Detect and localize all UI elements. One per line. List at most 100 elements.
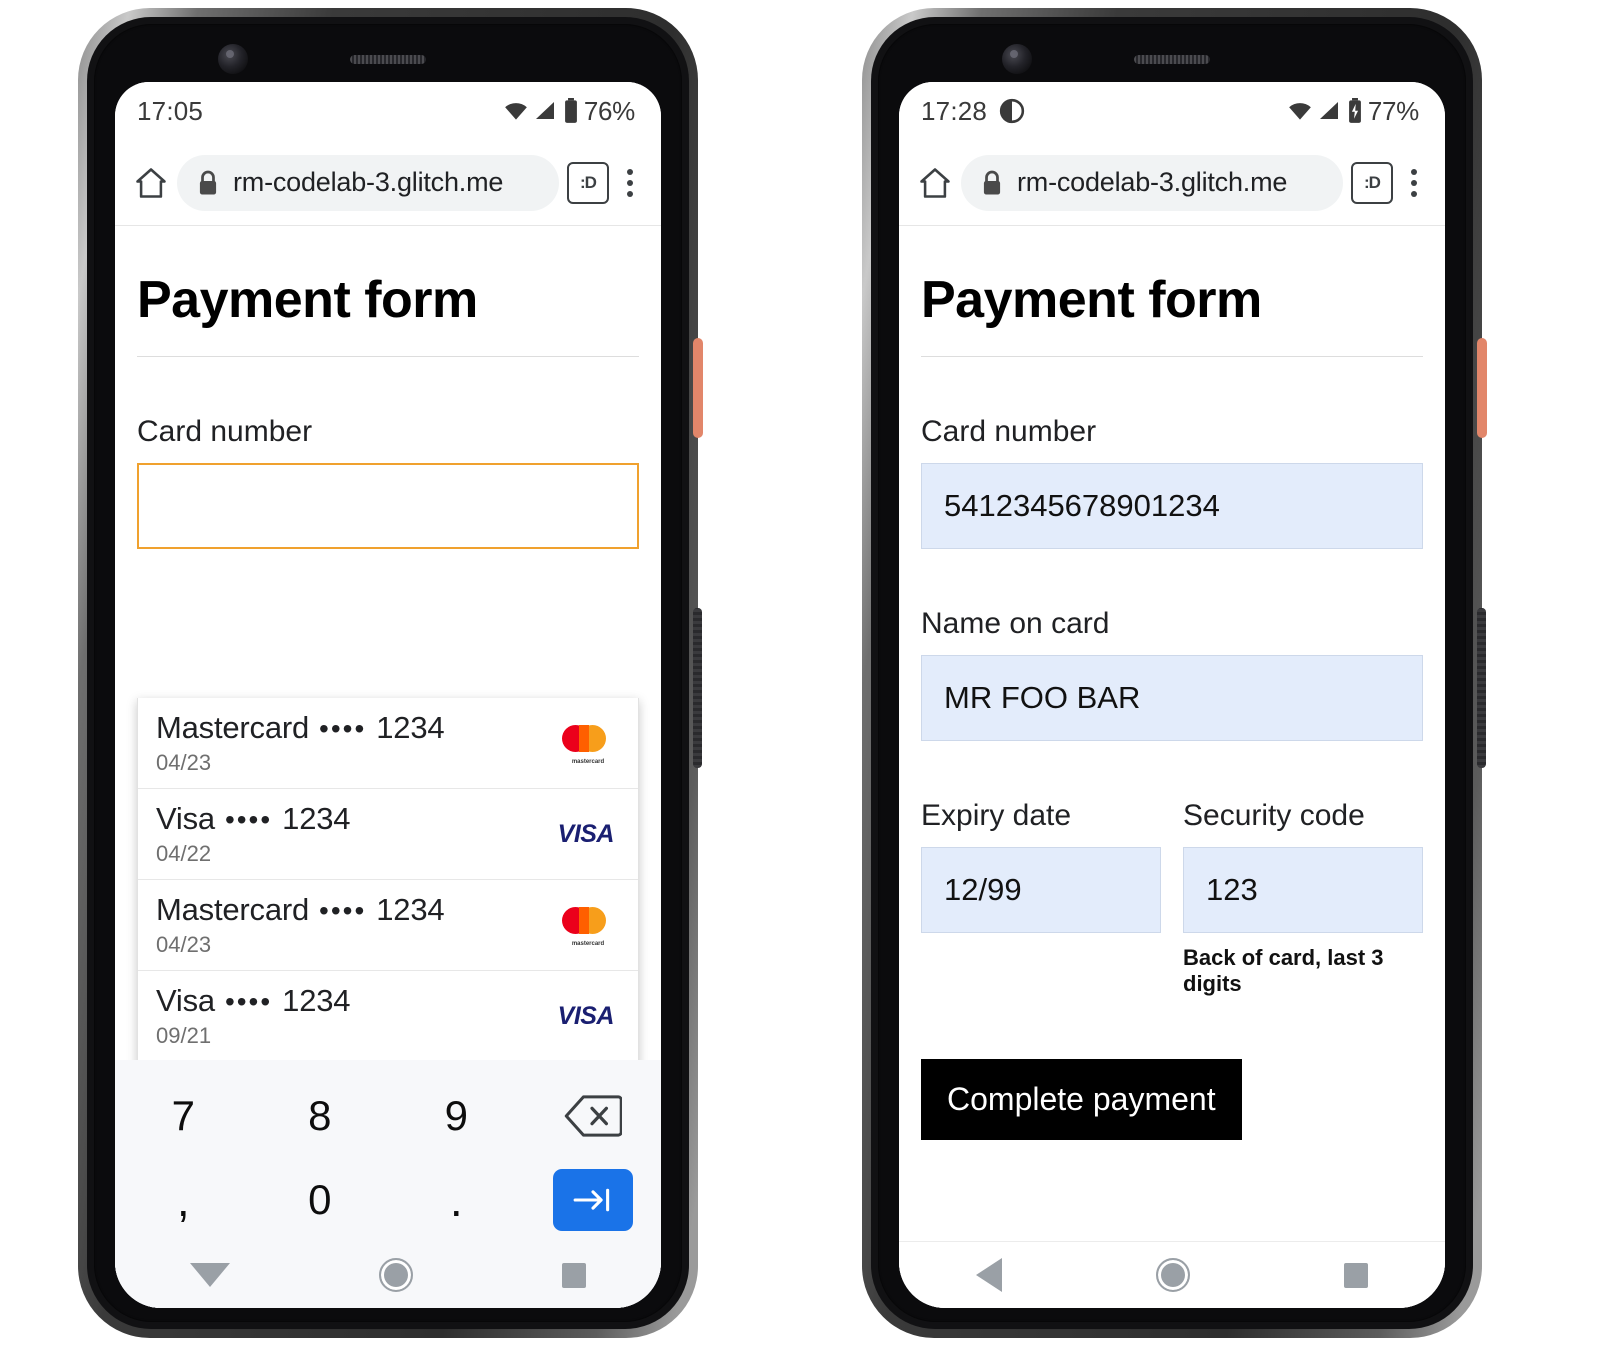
card-expiry: 04/23 xyxy=(156,750,212,775)
card-brand: Visa xyxy=(156,801,215,836)
card-number-input[interactable]: 5412345678901234 xyxy=(921,463,1423,549)
key-9[interactable]: 9 xyxy=(388,1092,525,1140)
tab-count-label: :D xyxy=(580,172,597,192)
next-field-key[interactable] xyxy=(525,1169,662,1231)
complete-payment-button[interactable]: Complete payment xyxy=(921,1059,1242,1140)
title-divider xyxy=(137,356,639,357)
url-text: rm-codelab-3.glitch.me xyxy=(1017,167,1288,197)
hide-keyboard-icon[interactable] xyxy=(189,1263,230,1287)
signal-icon xyxy=(535,102,554,119)
name-on-card-label: Name on card xyxy=(921,607,1110,640)
recents-icon[interactable] xyxy=(562,1262,587,1288)
autofill-card-text: Mastercard •••• 1234 04/23 xyxy=(156,710,445,776)
home-icon[interactable] xyxy=(917,165,953,201)
status-time: 17:05 xyxy=(137,95,204,126)
autofill-card-title: Mastercard •••• 1234 xyxy=(156,892,445,928)
card-mask-dots: •••• xyxy=(319,895,367,926)
volume-rocker-button[interactable] xyxy=(1477,608,1486,768)
card-last4: 1234 xyxy=(376,710,445,745)
expiry-date-label: Expiry date xyxy=(921,799,1072,832)
lock-icon xyxy=(983,170,1001,195)
web-page-right: Payment form Card number 541234567890123… xyxy=(899,226,1445,1308)
page-content: Payment form Card number 541234567890123… xyxy=(899,226,1445,1140)
backspace-key[interactable] xyxy=(525,1095,662,1137)
autofill-card-title: Visa •••• 1234 xyxy=(156,801,351,837)
expiry-date-input[interactable]: 12/99 xyxy=(921,847,1161,933)
key-8[interactable]: 8 xyxy=(252,1092,389,1140)
tab-count-label: :D xyxy=(1364,172,1381,192)
autofill-card-text: Visa •••• 1234 09/21 xyxy=(156,983,351,1049)
autofill-card-row[interactable]: Visa •••• 1234 04/22 VISA xyxy=(138,789,638,880)
enter-key-button[interactable] xyxy=(552,1169,633,1231)
do-not-disturb-icon xyxy=(999,98,1025,124)
card-last4: 1234 xyxy=(282,983,351,1018)
wifi-icon xyxy=(505,103,527,120)
status-bar-left: 17:28 xyxy=(921,96,1025,127)
autofill-card-row[interactable]: Visa •••• 1234 09/21 VISA xyxy=(138,971,638,1062)
expiry-date-group: Expiry date 12/99 xyxy=(921,799,1161,997)
back-icon[interactable] xyxy=(976,1258,1002,1292)
card-last4: 1234 xyxy=(282,801,351,836)
android-nav-bar xyxy=(115,1242,661,1308)
key-7[interactable]: 7 xyxy=(115,1092,252,1140)
tab-switcher-button[interactable]: :D xyxy=(567,161,609,204)
security-code-input[interactable]: 123 xyxy=(1183,847,1423,933)
autofill-card-text: Visa •••• 1234 04/22 xyxy=(156,801,351,867)
page-title: Payment form xyxy=(137,271,478,329)
field-spacer xyxy=(921,741,1423,799)
screen-right: 17:28 77% rm-codelab-3.glitch.me:D Paym… xyxy=(899,82,1445,1308)
card-mask-dots: •••• xyxy=(224,986,273,1017)
wifi-icon xyxy=(1289,103,1311,120)
autofill-card-title: Visa •••• 1234 xyxy=(156,983,351,1019)
key-comma[interactable]: , xyxy=(115,1173,252,1227)
power-button[interactable] xyxy=(1477,338,1487,438)
card-brand: Mastercard xyxy=(156,892,310,927)
earpiece-speaker xyxy=(350,55,426,64)
expiry-security-row: Expiry date 12/99 Security code 123 Back… xyxy=(921,799,1423,997)
android-nav-bar xyxy=(899,1241,1445,1308)
home-icon[interactable] xyxy=(133,165,169,201)
security-code-label: Security code xyxy=(1183,799,1365,832)
power-button[interactable] xyxy=(693,338,703,438)
autofill-card-row[interactable]: Mastercard •••• 1234 04/23 mastercard xyxy=(138,698,638,789)
card-brand: Visa xyxy=(156,983,215,1018)
page-title: Payment form xyxy=(921,271,1262,329)
battery-charging-icon xyxy=(1348,98,1361,123)
overflow-menu-icon[interactable] xyxy=(1399,168,1429,197)
name-on-card-input[interactable]: MR FOO BAR xyxy=(921,655,1423,741)
home-nav-icon[interactable] xyxy=(378,1258,413,1292)
signal-icon xyxy=(1319,102,1338,119)
overflow-menu-icon[interactable] xyxy=(615,168,645,197)
autofill-card-row[interactable]: Mastercard •••• 1234 04/23 mastercard xyxy=(138,880,638,971)
key-period[interactable]: . xyxy=(388,1173,525,1227)
card-number-label: Card number xyxy=(137,415,313,448)
card-number-label: Card number xyxy=(921,415,1097,448)
tab-switcher-button[interactable]: :D xyxy=(1351,161,1393,204)
card-expiry: 04/23 xyxy=(156,932,212,957)
battery-percent: 77% xyxy=(1367,95,1419,126)
card-mask-dots: •••• xyxy=(319,713,367,744)
autofill-card-text: Mastercard •••• 1234 04/23 xyxy=(156,892,445,958)
volume-rocker-button[interactable] xyxy=(693,608,702,768)
card-last4: 1234 xyxy=(376,892,445,927)
field-spacer xyxy=(921,549,1423,607)
status-bar-right: 76% xyxy=(503,96,635,127)
autofill-card-title: Mastercard •••• 1234 xyxy=(156,710,445,746)
battery-icon xyxy=(564,98,577,123)
home-nav-icon[interactable] xyxy=(1156,1258,1190,1292)
card-expiry: 09/21 xyxy=(156,1023,212,1048)
address-bar[interactable]: rm-codelab-3.glitch.me xyxy=(961,154,1343,211)
front-camera-icon xyxy=(218,44,248,74)
keyboard-row-1: 7 8 9 xyxy=(115,1074,661,1158)
key-0[interactable]: 0 xyxy=(252,1176,389,1224)
status-bar-left: 17:05 xyxy=(137,96,203,127)
title-divider xyxy=(921,356,1423,357)
visa-logo: VISA xyxy=(557,819,615,848)
phone-right: 17:28 77% rm-codelab-3.glitch.me:D Paym… xyxy=(862,8,1487,1338)
visa-logo: VISA xyxy=(557,1001,615,1030)
recents-icon[interactable] xyxy=(1344,1262,1368,1288)
card-number-input[interactable] xyxy=(137,463,639,549)
battery-percent: 76% xyxy=(583,95,635,126)
browser-toolbar: rm-codelab-3.glitch.me :D xyxy=(899,140,1445,226)
address-bar[interactable]: rm-codelab-3.glitch.me xyxy=(177,154,559,211)
